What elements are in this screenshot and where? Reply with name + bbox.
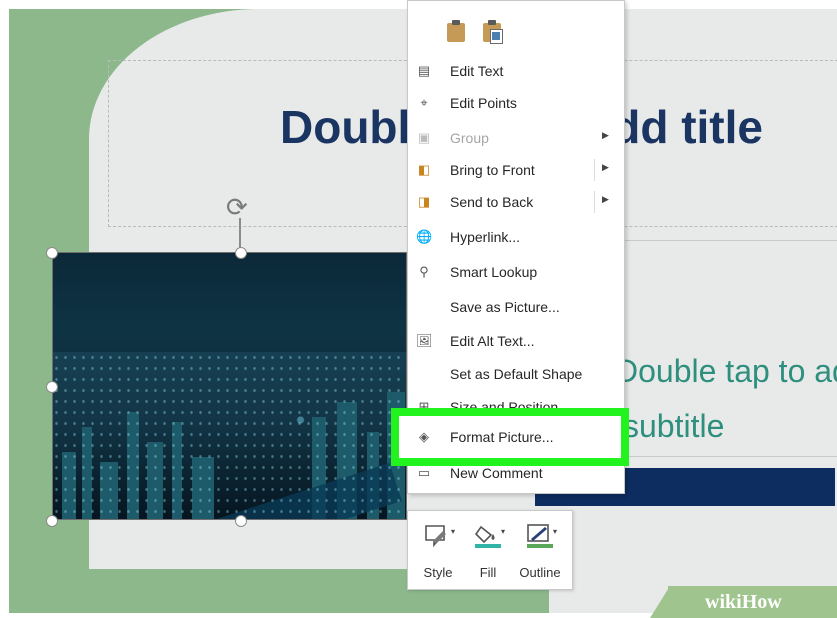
resize-handle-top[interactable]	[235, 247, 247, 259]
submenu-arrow-icon: ▶	[602, 130, 609, 140]
menu-item-label: Send to Back	[450, 194, 534, 210]
menu-item-label: Edit Text	[450, 63, 504, 79]
dropdown-caret-icon: ▾	[500, 527, 505, 536]
outline-pen-icon: ▾	[525, 523, 557, 549]
resize-handle-left[interactable]	[46, 381, 58, 393]
bring-to-front-icon: ◧	[417, 162, 431, 177]
menu-item-send-to-back[interactable]: ◨ Send to Back ▶	[408, 187, 622, 217]
menu-item-label: Edit Alt Text...	[450, 333, 535, 349]
submenu-separator	[594, 191, 595, 213]
menu-item-save-as-picture[interactable]: Save as Picture...	[408, 292, 622, 322]
selection-border	[52, 252, 407, 520]
watermark-corner	[650, 586, 670, 618]
menu-item-edit-alt-text[interactable]: 🖼 Edit Alt Text...	[408, 326, 622, 356]
menu-item-label: Group	[450, 130, 489, 146]
outline-button[interactable]: ▾ Outline	[516, 519, 564, 583]
style-button[interactable]: ▾ Style	[414, 519, 462, 583]
menu-item-label: Bring to Front	[450, 162, 535, 178]
dropdown-caret-icon: ▾	[450, 527, 455, 536]
paste-options	[447, 20, 515, 47]
smart-lookup-icon: ⚲	[419, 264, 429, 279]
menu-item-group[interactable]: ▣ Group ▶	[408, 123, 622, 153]
menu-item-label: Save as Picture...	[450, 299, 560, 315]
paste-as-picture-icon[interactable]	[483, 20, 504, 44]
style-button-label: Style	[423, 565, 453, 580]
wikihow-watermark-logo: wikiHow	[705, 591, 782, 614]
rotate-handle-icon[interactable]: ⟳	[226, 194, 248, 220]
group-icon: ▣	[417, 130, 431, 145]
menu-item-label: Edit Points	[450, 95, 517, 111]
submenu-arrow-icon: ▶	[602, 162, 609, 172]
dropdown-caret-icon: ▾	[552, 527, 557, 536]
comment-icon: ▭	[417, 465, 431, 480]
outline-button-label: Outline	[519, 565, 561, 580]
subtitle-text-line1[interactable]: Double tap to add	[615, 352, 837, 390]
menu-item-hyperlink[interactable]: 🌐 Hyperlink...	[408, 222, 622, 252]
subtitle-text-line2[interactable]: subtitle	[623, 408, 724, 445]
menu-item-label: Hyperlink...	[450, 229, 521, 245]
watermark-how: How	[741, 591, 782, 613]
menu-item-label: Set as Default Shape	[450, 366, 583, 382]
fill-bucket-icon: ▾	[473, 523, 505, 549]
mini-toolbar: ▾ Style ▾ Fill ▾ Outline	[407, 510, 573, 590]
shape-style-icon: ▾	[423, 523, 455, 549]
fill-button-label: Fill	[479, 565, 497, 580]
menu-item-new-comment[interactable]: ▭ New Comment	[408, 458, 622, 488]
resize-handle-top-left[interactable]	[46, 247, 58, 259]
submenu-separator	[594, 159, 595, 181]
menu-item-bring-to-front[interactable]: ◧ Bring to Front ▶	[408, 155, 622, 185]
hyperlink-icon: 🌐	[416, 229, 433, 244]
menu-item-edit-points[interactable]: ⌖ Edit Points	[408, 88, 622, 118]
fill-button[interactable]: ▾ Fill	[464, 519, 512, 583]
edit-points-icon: ⌖	[420, 95, 428, 110]
menu-item-label: New Comment	[450, 465, 543, 481]
paste-keep-formatting-icon[interactable]	[447, 20, 465, 42]
menu-item-edit-text[interactable]: ▤ Edit Text	[408, 56, 622, 86]
menu-item-set-default-shape[interactable]: Set as Default Shape	[408, 359, 622, 389]
submenu-arrow-icon: ▶	[602, 194, 609, 204]
send-to-back-icon: ◨	[417, 194, 431, 209]
edit-text-icon: ▤	[417, 63, 431, 78]
watermark-wiki: wiki	[705, 591, 742, 613]
menu-item-smart-lookup[interactable]: ⚲ Smart Lookup	[408, 257, 622, 287]
menu-item-label: Smart Lookup	[450, 264, 538, 280]
resize-handle-bottom-left[interactable]	[46, 515, 58, 527]
alt-text-icon: 🖼	[416, 333, 433, 348]
resize-handle-bottom[interactable]	[235, 515, 247, 527]
